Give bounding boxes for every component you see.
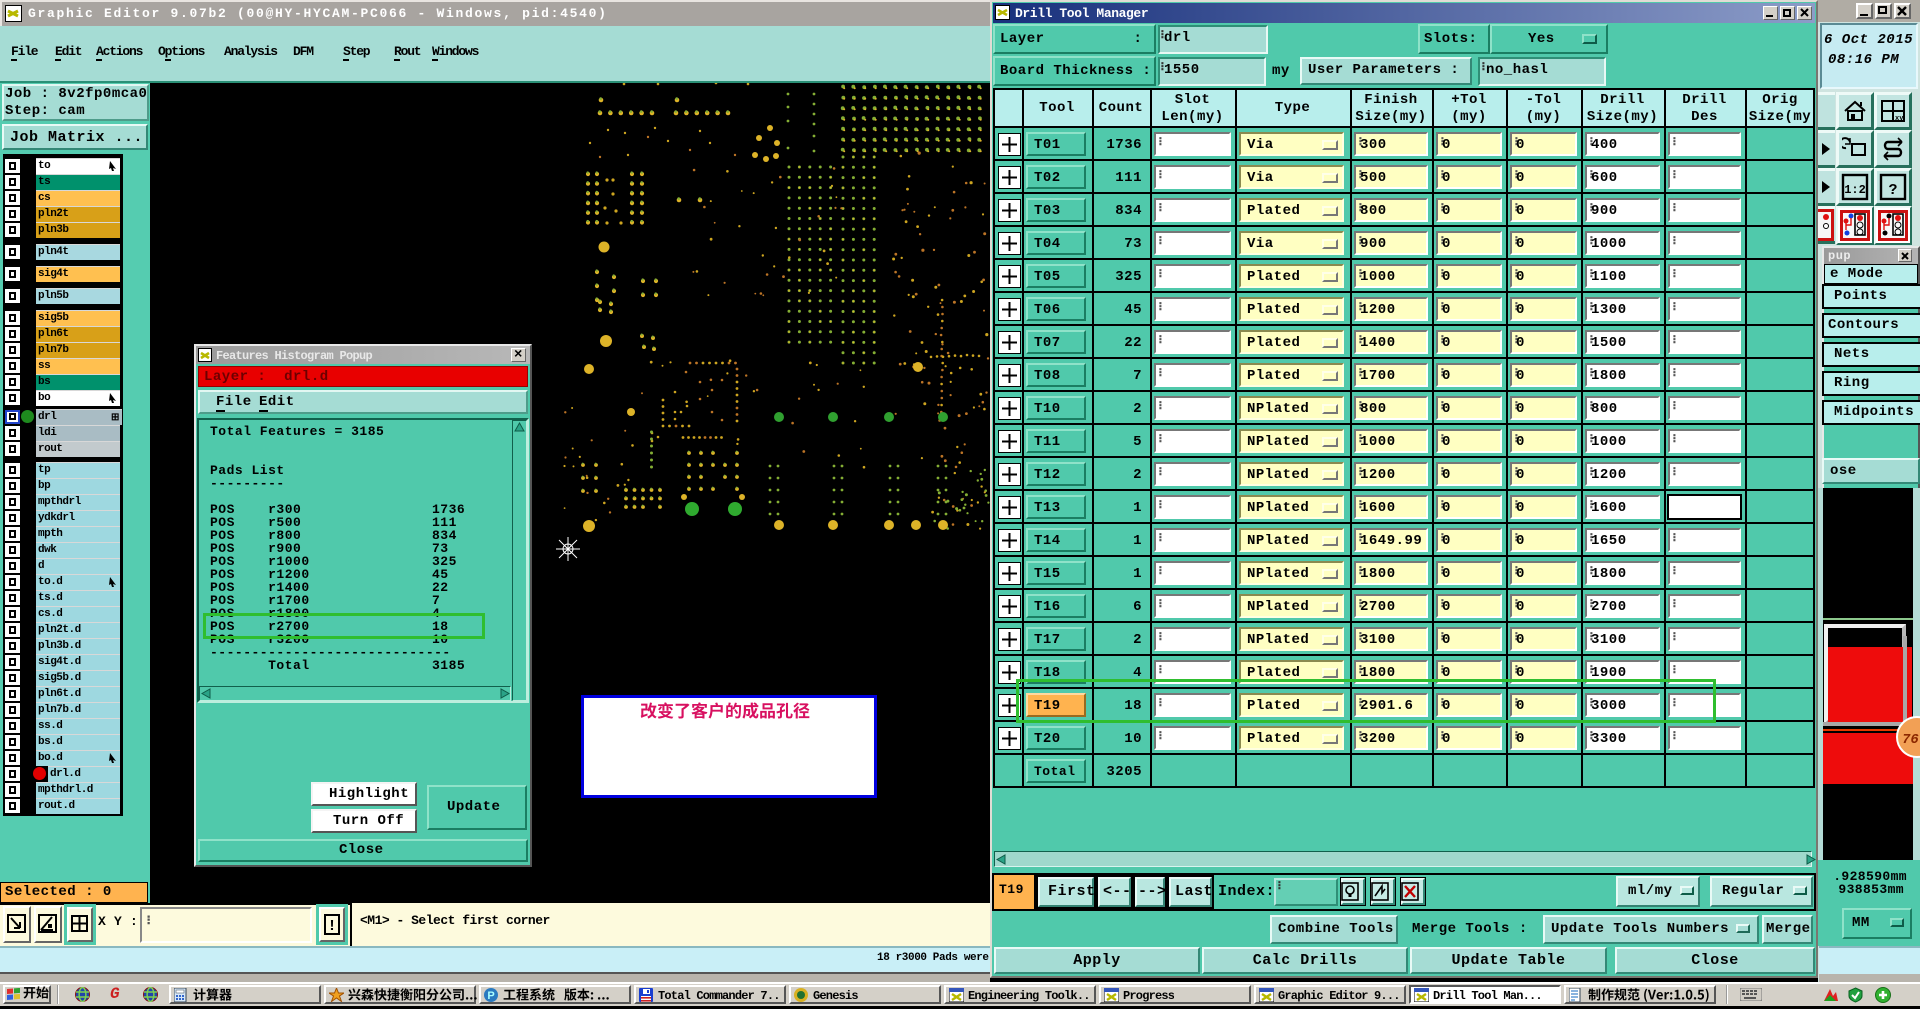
svg-text:xy: xy [1895,115,1904,123]
svg-text:1:2: 1:2 [1844,183,1866,197]
svg-text:?: ? [1888,182,1897,199]
svg-text:76: 76 [1902,732,1919,748]
svg-text:P: P [487,990,494,1002]
svg-text:!: ! [327,918,336,935]
